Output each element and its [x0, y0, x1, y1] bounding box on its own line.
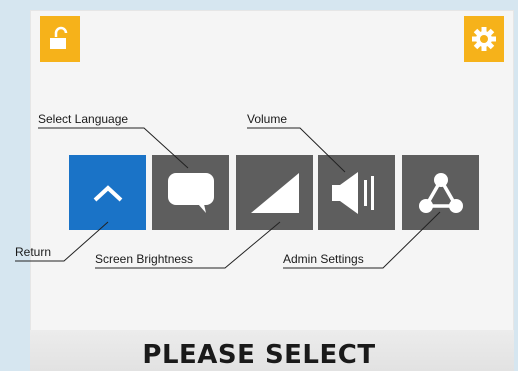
- unlock-icon: [50, 26, 68, 49]
- return-callout: Return: [15, 245, 52, 259]
- chevron-up-icon: [93, 184, 122, 201]
- return-button[interactable]: [69, 155, 146, 230]
- share-network-icon: [418, 172, 463, 213]
- speech-bubble-icon: [167, 172, 214, 213]
- gear-icon: [472, 27, 496, 51]
- speaker-icon: [331, 171, 374, 214]
- admin-settings-callout: Admin Settings: [283, 252, 364, 266]
- admin-settings-button[interactable]: [402, 155, 479, 230]
- screen-brightness-button[interactable]: [236, 155, 313, 230]
- volume-button[interactable]: [318, 155, 395, 230]
- brightness-ramp-icon: [250, 172, 299, 213]
- please-select-prompt: PLEASE SELECT: [142, 340, 376, 370]
- settings-gear-button[interactable]: [464, 16, 504, 62]
- screen-brightness-callout: Screen Brightness: [95, 252, 194, 266]
- unlock-button[interactable]: [40, 16, 80, 62]
- select-language-callout: Select Language: [38, 112, 129, 126]
- select-language-button[interactable]: [152, 155, 229, 230]
- volume-callout: Volume: [247, 112, 288, 126]
